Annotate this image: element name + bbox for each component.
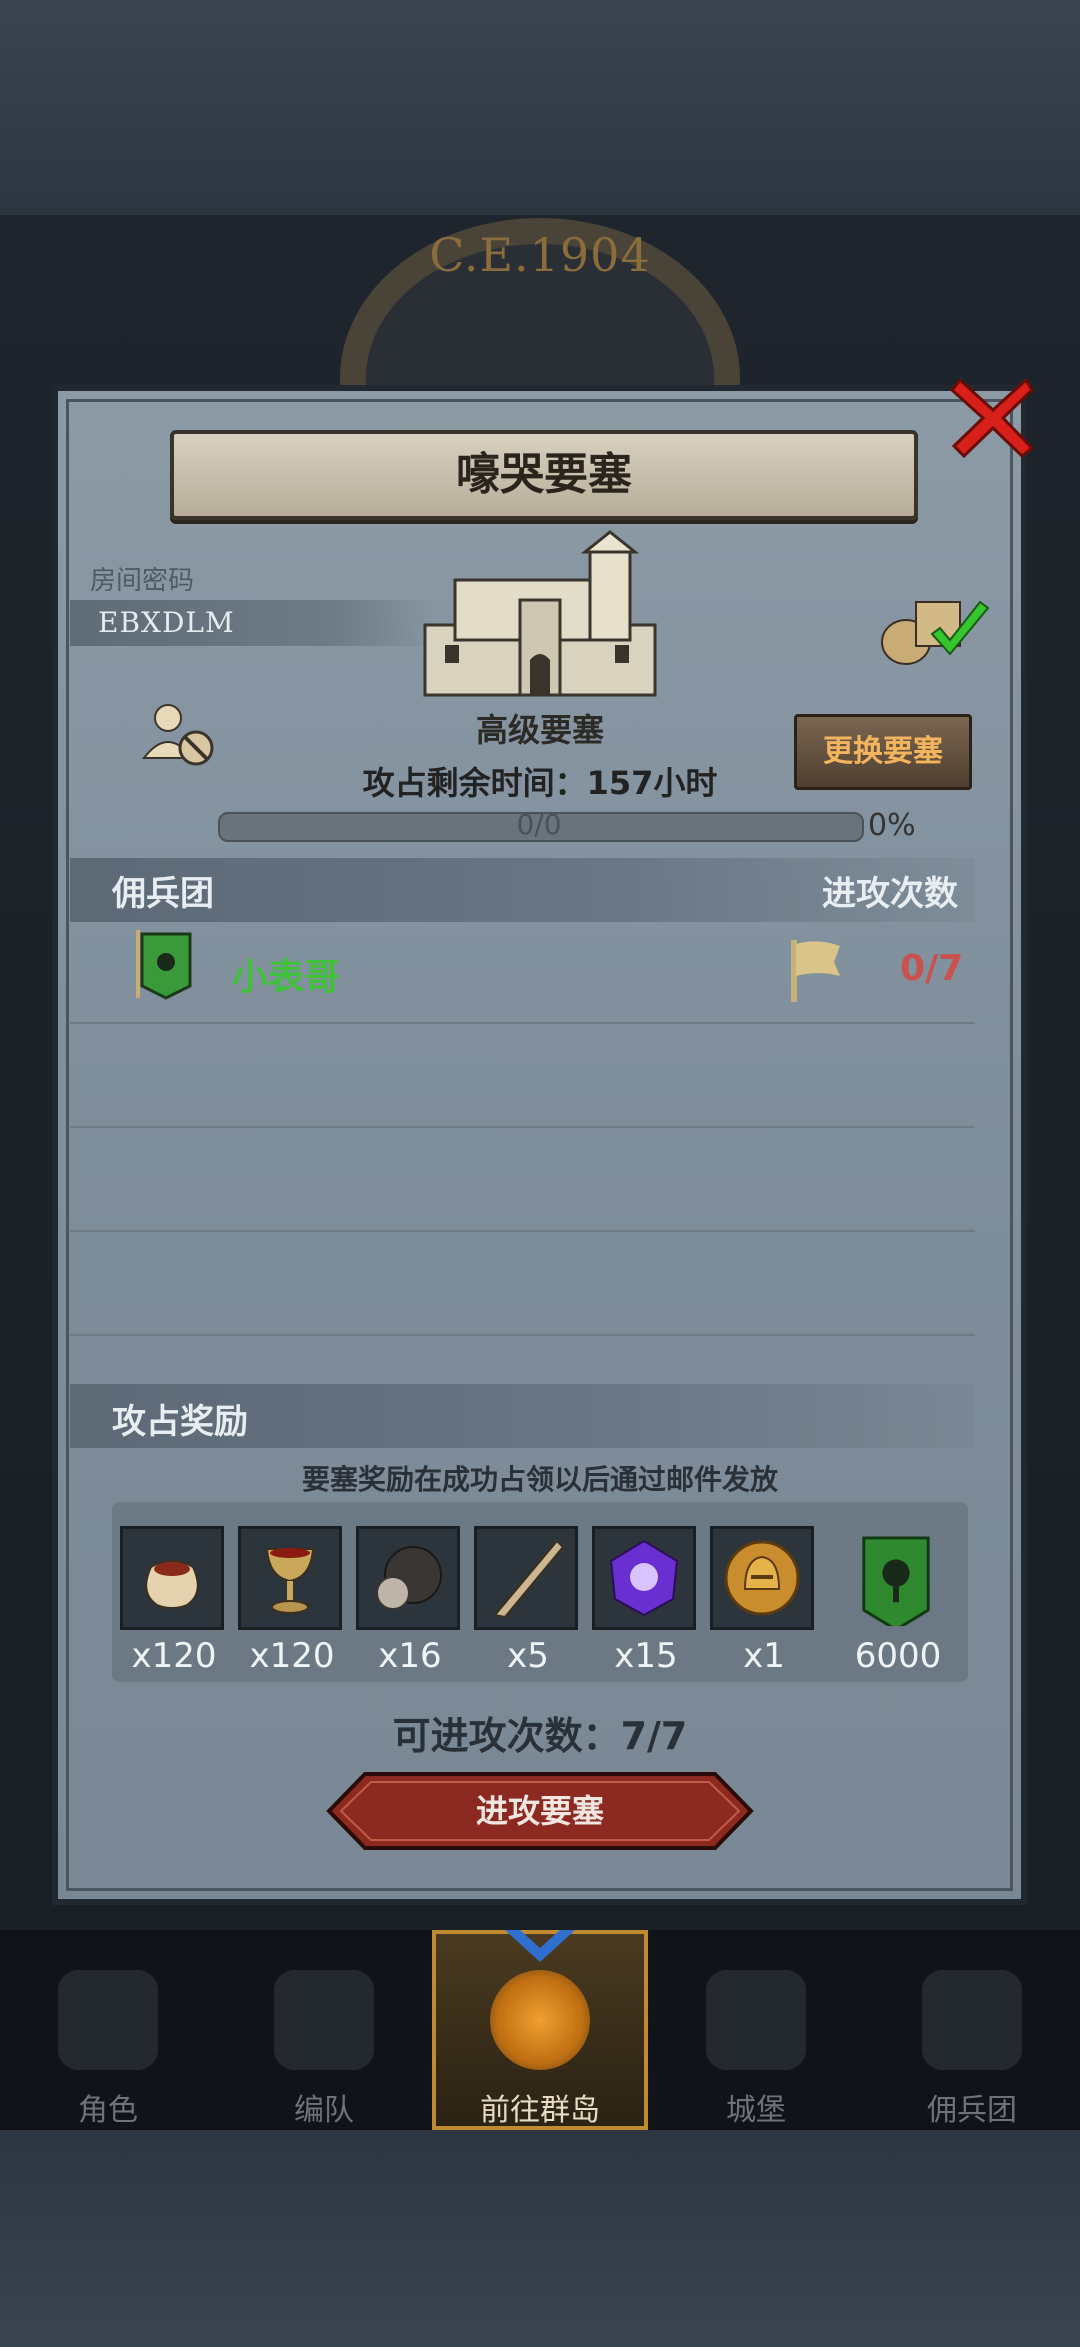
purple-gem-icon (609, 1539, 679, 1617)
flag-icon (791, 940, 840, 1002)
horn-icon (493, 1539, 565, 1619)
progress-percent: 0% (868, 808, 916, 843)
attack-count-header: 进攻次数 (822, 874, 958, 914)
empty-row (70, 1126, 975, 1232)
helmet-icon (274, 1970, 374, 2070)
pouch-icon (145, 1560, 199, 1609)
nav-item-islands[interactable]: 前往群岛 (432, 1930, 648, 2130)
room-code-value[interactable]: EBXDLM (98, 606, 235, 639)
reward-item[interactable]: x1 (710, 1526, 818, 1676)
nav-label: 城堡 (726, 2093, 786, 2128)
bottom-background (0, 2130, 1080, 2347)
castle-icon (706, 1970, 806, 2070)
reward-qty: x15 (614, 1636, 678, 1676)
compass-map-icon (490, 1970, 590, 2070)
close-icon[interactable] (948, 372, 1038, 462)
reward-qty: x5 (507, 1636, 549, 1676)
goblet-icon (265, 1548, 315, 1614)
progress-count: 0/0 (516, 808, 562, 841)
nav-item-castle[interactable]: 城堡 (648, 1930, 864, 2130)
guild-banner-icon (136, 930, 192, 1000)
reward-item[interactable]: 6000 (844, 1526, 952, 1676)
reward-item[interactable]: x16 (356, 1526, 464, 1676)
nav-item-formation[interactable]: 编队 (216, 1930, 432, 2130)
nav-item-character[interactable]: 角色 (0, 1930, 216, 2130)
mercenary-attack-count: 0/7 (900, 948, 964, 989)
knight-icon (58, 1970, 158, 2070)
mercenary-header: 佣兵团 (112, 874, 214, 914)
reward-qty: x16 (378, 1636, 442, 1676)
dialog-title: 嚎哭要塞 (456, 449, 632, 500)
attack-fortress-label: 进攻要塞 (475, 1792, 604, 1830)
reward-item[interactable]: x5 (474, 1526, 582, 1676)
guild-banner-icon (862, 1536, 930, 1626)
swap-fortress-button[interactable]: 更换要塞 (794, 714, 972, 790)
era-dial: C.E.1904 (340, 218, 740, 538)
reward-qty: x120 (249, 1636, 335, 1676)
swap-fortress-label: 更换要塞 (823, 734, 943, 769)
reward-item[interactable]: x120 (238, 1526, 346, 1676)
supply-check-icon[interactable] (876, 590, 996, 670)
no-member-icon[interactable] (140, 700, 220, 770)
nav-item-mercenaries[interactable]: 佣兵团 (864, 1930, 1080, 2130)
gold-helmet-medal-icon (724, 1540, 800, 1616)
reward-qty: 6000 (854, 1636, 942, 1676)
ore-icon (376, 1546, 442, 1610)
bottom-nav: 角色 编队 前往群岛 城堡 佣兵团 (0, 1930, 1080, 2130)
reward-note: 要塞奖励在成功占领以后通过邮件发放 (301, 1463, 778, 1496)
era-label: C.E.1904 (429, 228, 651, 282)
reward-header: 攻占奖励 (112, 1402, 248, 1442)
nav-label: 角色 (78, 2093, 138, 2128)
nav-label: 前往群岛 (480, 2093, 600, 2128)
reward-item[interactable]: x15 (592, 1526, 700, 1676)
remaining-attacks: 可进攻次数：7/7 (392, 1714, 688, 1758)
nav-label: 佣兵团 (927, 2093, 1017, 2128)
reward-qty: x120 (131, 1636, 217, 1676)
empty-row (70, 1022, 975, 1128)
empty-row (70, 1230, 975, 1336)
guild-name[interactable]: 小表哥 (232, 948, 340, 1000)
title-plaque: 嚎哭要塞 (170, 430, 918, 520)
room-code-label: 房间密码 (90, 566, 195, 596)
tower-icon (922, 1970, 1022, 2070)
fortress-icon (423, 530, 657, 697)
top-background (0, 0, 1080, 215)
reward-item[interactable]: x120 (120, 1526, 228, 1676)
reward-qty: x1 (743, 1636, 785, 1676)
nav-label: 编队 (294, 2093, 354, 2128)
